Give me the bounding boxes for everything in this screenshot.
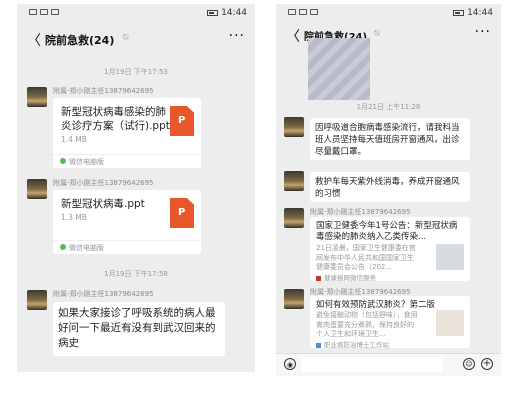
ppt-file-icon: P (170, 106, 194, 136)
timestamp: 1月19日 下午17:53 (104, 68, 168, 76)
chat-screen-right: 14:44 〈 院前急救(24) ⍉ ··· 1月21日 上午11:28 因呼吸… (276, 4, 501, 376)
timestamp: 1月21日 上午11:28 (356, 103, 421, 111)
sim-icon (288, 9, 296, 15)
link-description: 21日凌晨，国家卫生健康委在官网发布中华人民共和国国家卫生健康委员会公告（202… (316, 244, 416, 271)
sender-name: 附属-郑小刚主任13879642695 (53, 290, 154, 298)
status-bar: 14:44 (17, 4, 255, 24)
text-message[interactable]: 救护车每天紫外线消毒，养成开窗通风的习惯 (310, 172, 470, 202)
back-icon[interactable]: 〈 (27, 30, 41, 50)
chat-header: 〈 院前急救(24) ⍉ ··· (17, 28, 255, 52)
sender-name: 附属-郑小刚主任13879642695 (310, 208, 411, 216)
more-icon[interactable]: ··· (229, 28, 245, 44)
link-source: 职业病防治博士工作站 (316, 339, 389, 349)
bell-slash-icon: ⍉ (374, 29, 380, 39)
status-right: 14:44 (453, 8, 493, 18)
sim-icon (29, 9, 37, 15)
ppt-file-icon: P (170, 198, 194, 228)
wifi-icon (51, 9, 59, 15)
status-bar: 14:44 (276, 4, 501, 24)
file-size: 1.4 MB (61, 135, 87, 144)
file-message[interactable]: 新型冠状病毒.ppt 1.3 MB P 微信电脑版 (53, 190, 201, 254)
file-name: 新型冠状病毒.ppt (61, 198, 145, 210)
more-icon[interactable]: ··· (475, 24, 491, 40)
blurred-image-message[interactable] (308, 38, 370, 100)
status-time: 14:44 (221, 8, 247, 18)
avatar[interactable] (284, 289, 304, 309)
avatar[interactable] (284, 117, 304, 137)
notification-icon (299, 9, 307, 15)
emoji-icon[interactable]: ☺ (463, 358, 475, 370)
source-icon (316, 342, 321, 348)
wechat-icon (60, 244, 66, 250)
plus-icon[interactable]: + (481, 358, 493, 370)
text-message[interactable]: 如果大家接诊了呼吸系统的病人最好问一下最近有没有到武汉回来的病史 (53, 302, 225, 356)
wechat-icon (60, 158, 66, 164)
back-icon[interactable]: 〈 (286, 26, 300, 46)
voice-icon[interactable]: ◉ (284, 358, 296, 370)
notification-icon (40, 9, 48, 15)
chat-title: 院前急救(24) (45, 34, 115, 47)
source-icon (316, 275, 321, 281)
avatar[interactable] (27, 290, 47, 310)
status-time: 14:44 (467, 8, 493, 18)
status-right: 14:44 (207, 8, 247, 18)
avatar[interactable] (284, 208, 304, 228)
sender-name: 附属-郑小刚主任13879642695 (53, 87, 154, 95)
bell-slash-icon: ⍉ (123, 33, 129, 43)
file-source: 微信电脑版 (53, 240, 201, 254)
file-size: 1.3 MB (61, 213, 87, 222)
sender-name: 附属-郑小刚主任13879642695 (53, 179, 154, 187)
link-thumbnail (436, 310, 464, 336)
timestamp: 1月19日 下午17:58 (104, 270, 168, 278)
link-thumbnail (436, 244, 464, 270)
text-message[interactable]: 因呼吸道合胞病毒感染流行，请我科当班人员坚持每天值班房开窗通风，出诊尽量戴口罩。 (310, 118, 470, 160)
avatar[interactable] (27, 87, 47, 107)
file-source: 微信电脑版 (53, 154, 201, 168)
status-icons (288, 9, 318, 15)
file-message[interactable]: 新型冠状病毒感染的肺炎诊疗方案（试行).ppt 1.4 MB P 微信电脑版 (53, 98, 201, 168)
battery-icon (207, 10, 219, 16)
link-title: 国家卫健委今年1号公告：新型冠状病毒感染的肺炎纳入乙类传染... (316, 221, 458, 242)
wifi-icon (310, 9, 318, 15)
link-source: 健康报网微信服务 (316, 272, 376, 282)
file-name: 新型冠状病毒感染的肺炎诊疗方案（试行).ppt (61, 106, 170, 132)
message-input[interactable] (302, 357, 442, 372)
status-icons (29, 9, 59, 15)
avatar[interactable] (284, 171, 304, 191)
link-card[interactable]: 如何有效预防武汉肺炎？第二版 避免接触动物（包括野味），食用禽肉蛋要充分煮熟，保… (310, 296, 470, 349)
chat-screen-left: 14:44 〈 院前急救(24) ⍉ ··· 1月19日 下午17:53 附属-… (17, 4, 255, 372)
input-bar: ◉ ☺ + (276, 353, 501, 376)
avatar[interactable] (27, 179, 47, 199)
link-description: 避免接触动物（包括野味），食用禽肉蛋要充分煮熟，保持良好的个人卫生和环境卫生..… (316, 311, 418, 338)
link-card[interactable]: 国家卫健委今年1号公告：新型冠状病毒感染的肺炎纳入乙类传染... 21日凌晨，国… (310, 217, 470, 282)
battery-icon (453, 10, 465, 16)
